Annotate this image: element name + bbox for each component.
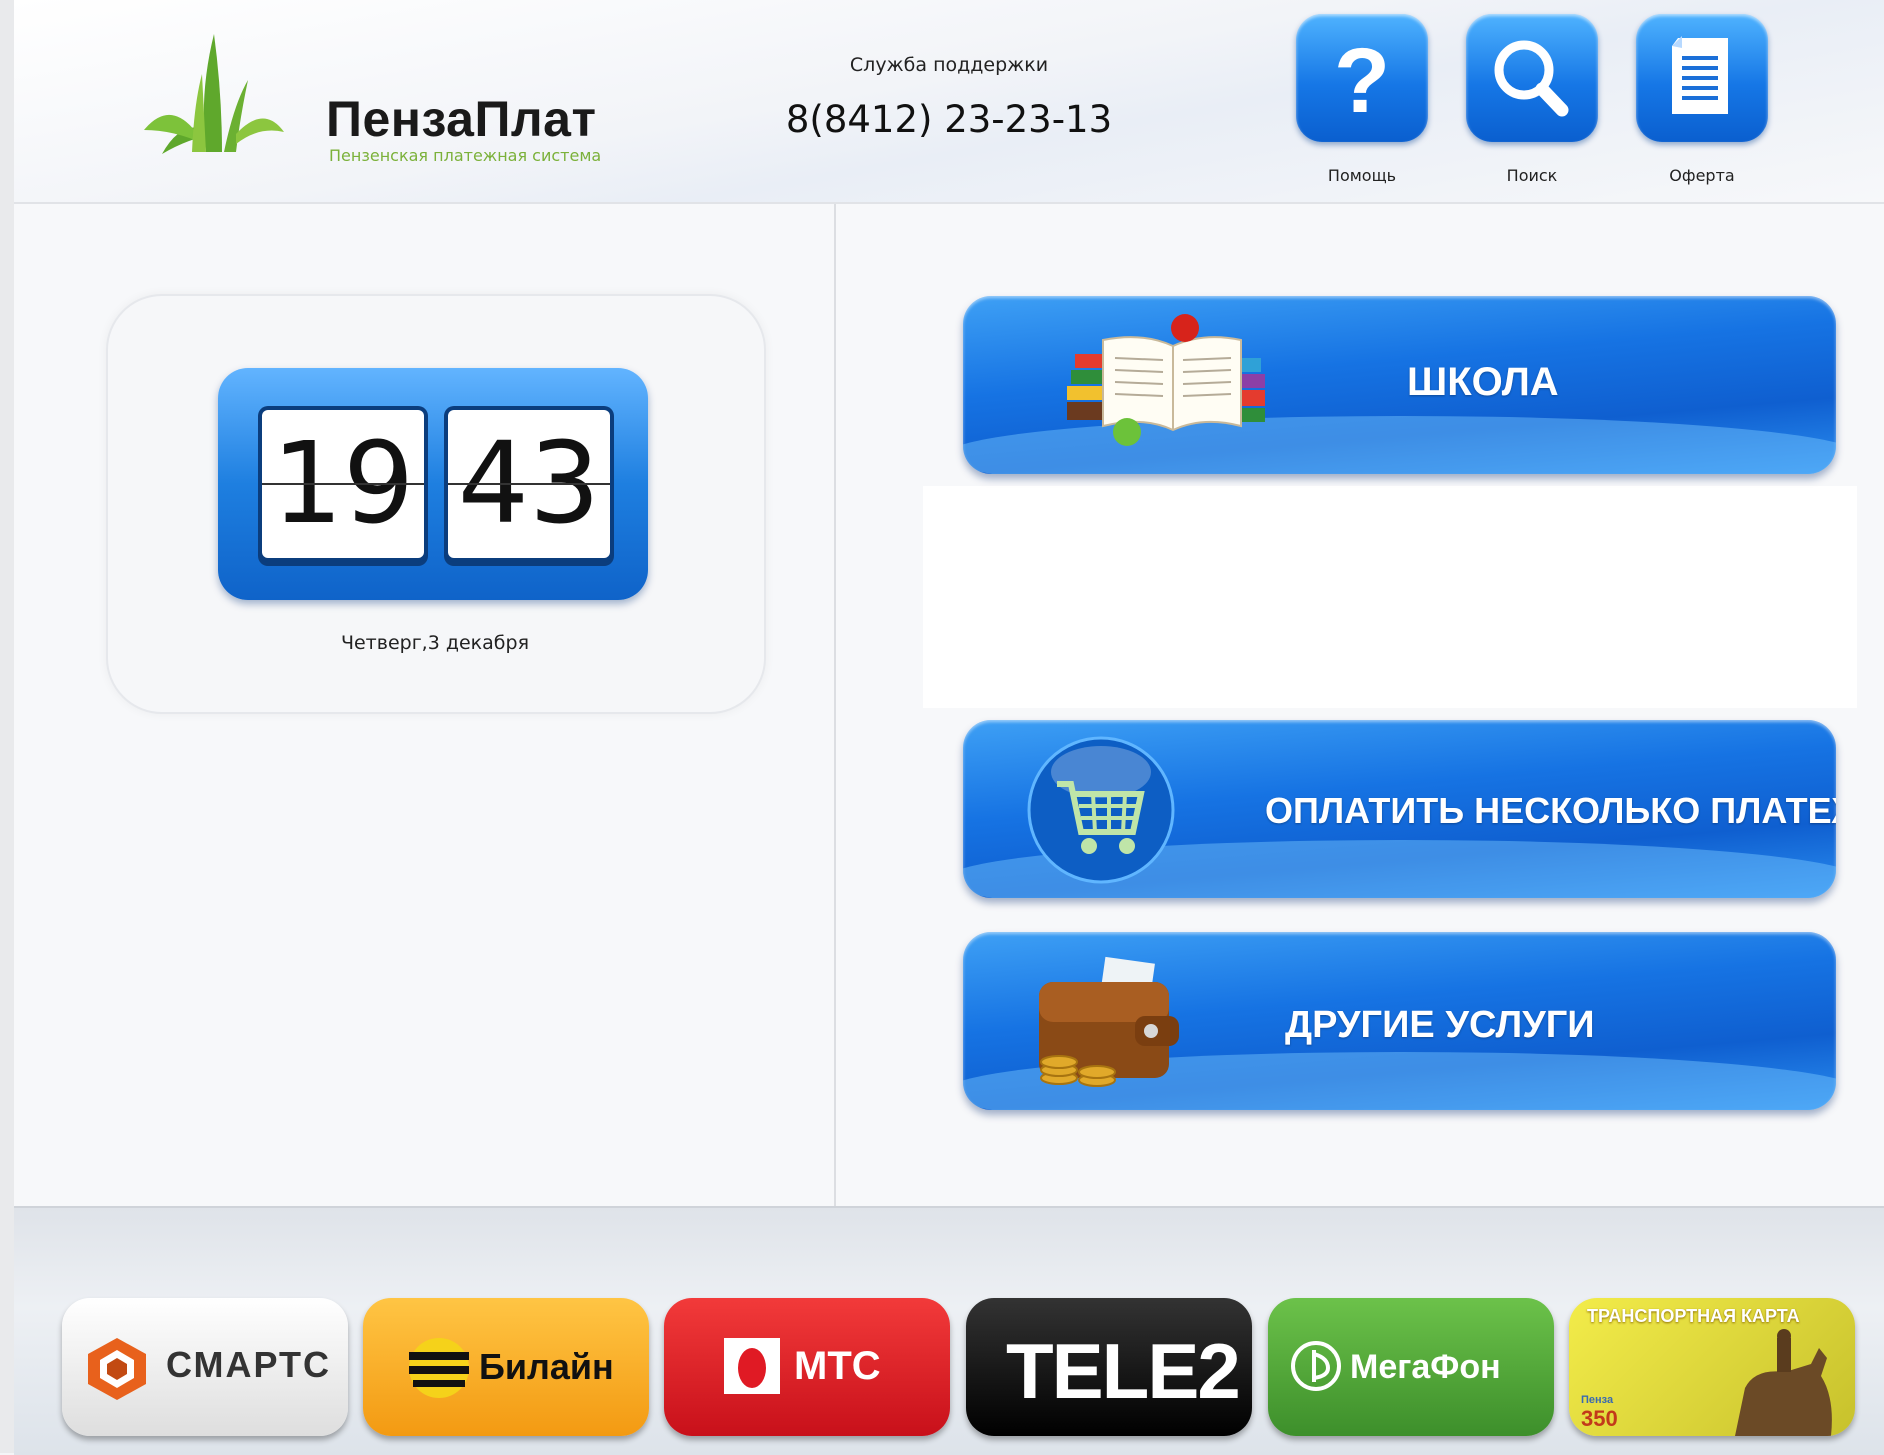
svg-text:?: ? <box>1334 30 1390 132</box>
document-icon <box>1672 36 1728 114</box>
school-button[interactable]: ШКОЛА <box>963 296 1836 474</box>
horse-statue-icon <box>1735 1329 1832 1436</box>
operator-mts-label: МТС <box>794 1344 881 1388</box>
logo-leaves-icon <box>144 34 284 154</box>
offer-label: Оферта <box>1669 166 1735 185</box>
support-label: Служба поддержки <box>849 54 1049 76</box>
help-button[interactable]: ? <box>1296 14 1428 142</box>
transport-city: Пенза <box>1581 1394 1614 1406</box>
other-services-button[interactable]: ДРУГИЕ УСЛУГИ <box>963 932 1836 1110</box>
offer-button[interactable] <box>1636 14 1768 142</box>
clock-hours: 19 <box>262 410 424 558</box>
clock-minutes: 43 <box>448 410 610 558</box>
school-label: ШКОЛА <box>1407 360 1559 404</box>
operator-smarts[interactable]: СМАРТС <box>62 1298 348 1436</box>
multi-pay-button[interactable]: ОПЛАТИТЬ НЕСКОЛЬКО ПЛАТЕЖЕЙ <box>963 720 1836 898</box>
logo: ПензаПлат Пензенская платежная система <box>144 34 604 165</box>
transport-350: 350 <box>1581 1406 1618 1431</box>
beeline-logo-icon <box>409 1338 469 1398</box>
operator-mts[interactable]: МТС <box>664 1298 950 1436</box>
clock-date: Четверг,3 декабря <box>340 632 530 654</box>
megafon-logo-icon <box>1291 1341 1341 1391</box>
operator-beeline[interactable]: Билайн <box>363 1298 649 1436</box>
transport-card-label: ТРАНСПОРТНАЯ КАРТА <box>1587 1306 1800 1326</box>
logo-name: ПензаПлат <box>326 91 597 147</box>
other-services-label: ДРУГИЕ УСЛУГИ <box>1285 1004 1595 1046</box>
cart-icon <box>1027 736 1175 884</box>
logo-tagline: Пензенская платежная система <box>329 146 602 165</box>
wallet-icon <box>1039 956 1179 1087</box>
operator-beeline-label: Билайн <box>479 1346 614 1387</box>
operator-megafon[interactable]: МегаФон <box>1268 1298 1554 1436</box>
operator-tele2-label: TELE2 <box>1006 1327 1241 1415</box>
search-icon <box>1494 40 1569 117</box>
operator-tele2[interactable]: TELE2 <box>966 1298 1252 1436</box>
book-icon <box>1067 314 1265 446</box>
support-phone: 8(8412) 23-23-13 <box>785 98 1113 141</box>
mts-logo-icon <box>724 1338 780 1394</box>
smarts-logo-icon <box>88 1338 146 1400</box>
search-label: Поиск <box>1506 166 1558 185</box>
operator-smarts-label: СМАРТС <box>166 1344 332 1385</box>
multi-pay-label: ОПЛАТИТЬ НЕСКОЛЬКО ПЛАТЕЖЕЙ <box>1265 790 1836 831</box>
header: ПензаПлат Пензенская платежная система С… <box>14 0 1884 204</box>
question-icon: ? <box>1334 30 1390 132</box>
operator-megafon-label: МегаФон <box>1350 1348 1501 1386</box>
search-button[interactable] <box>1466 14 1598 142</box>
info-area <box>923 486 1857 708</box>
operator-transport-card[interactable]: ТРАНСПОРТНАЯ КАРТА Пенза 350 <box>1569 1298 1855 1436</box>
help-label: Помощь <box>1327 166 1397 185</box>
